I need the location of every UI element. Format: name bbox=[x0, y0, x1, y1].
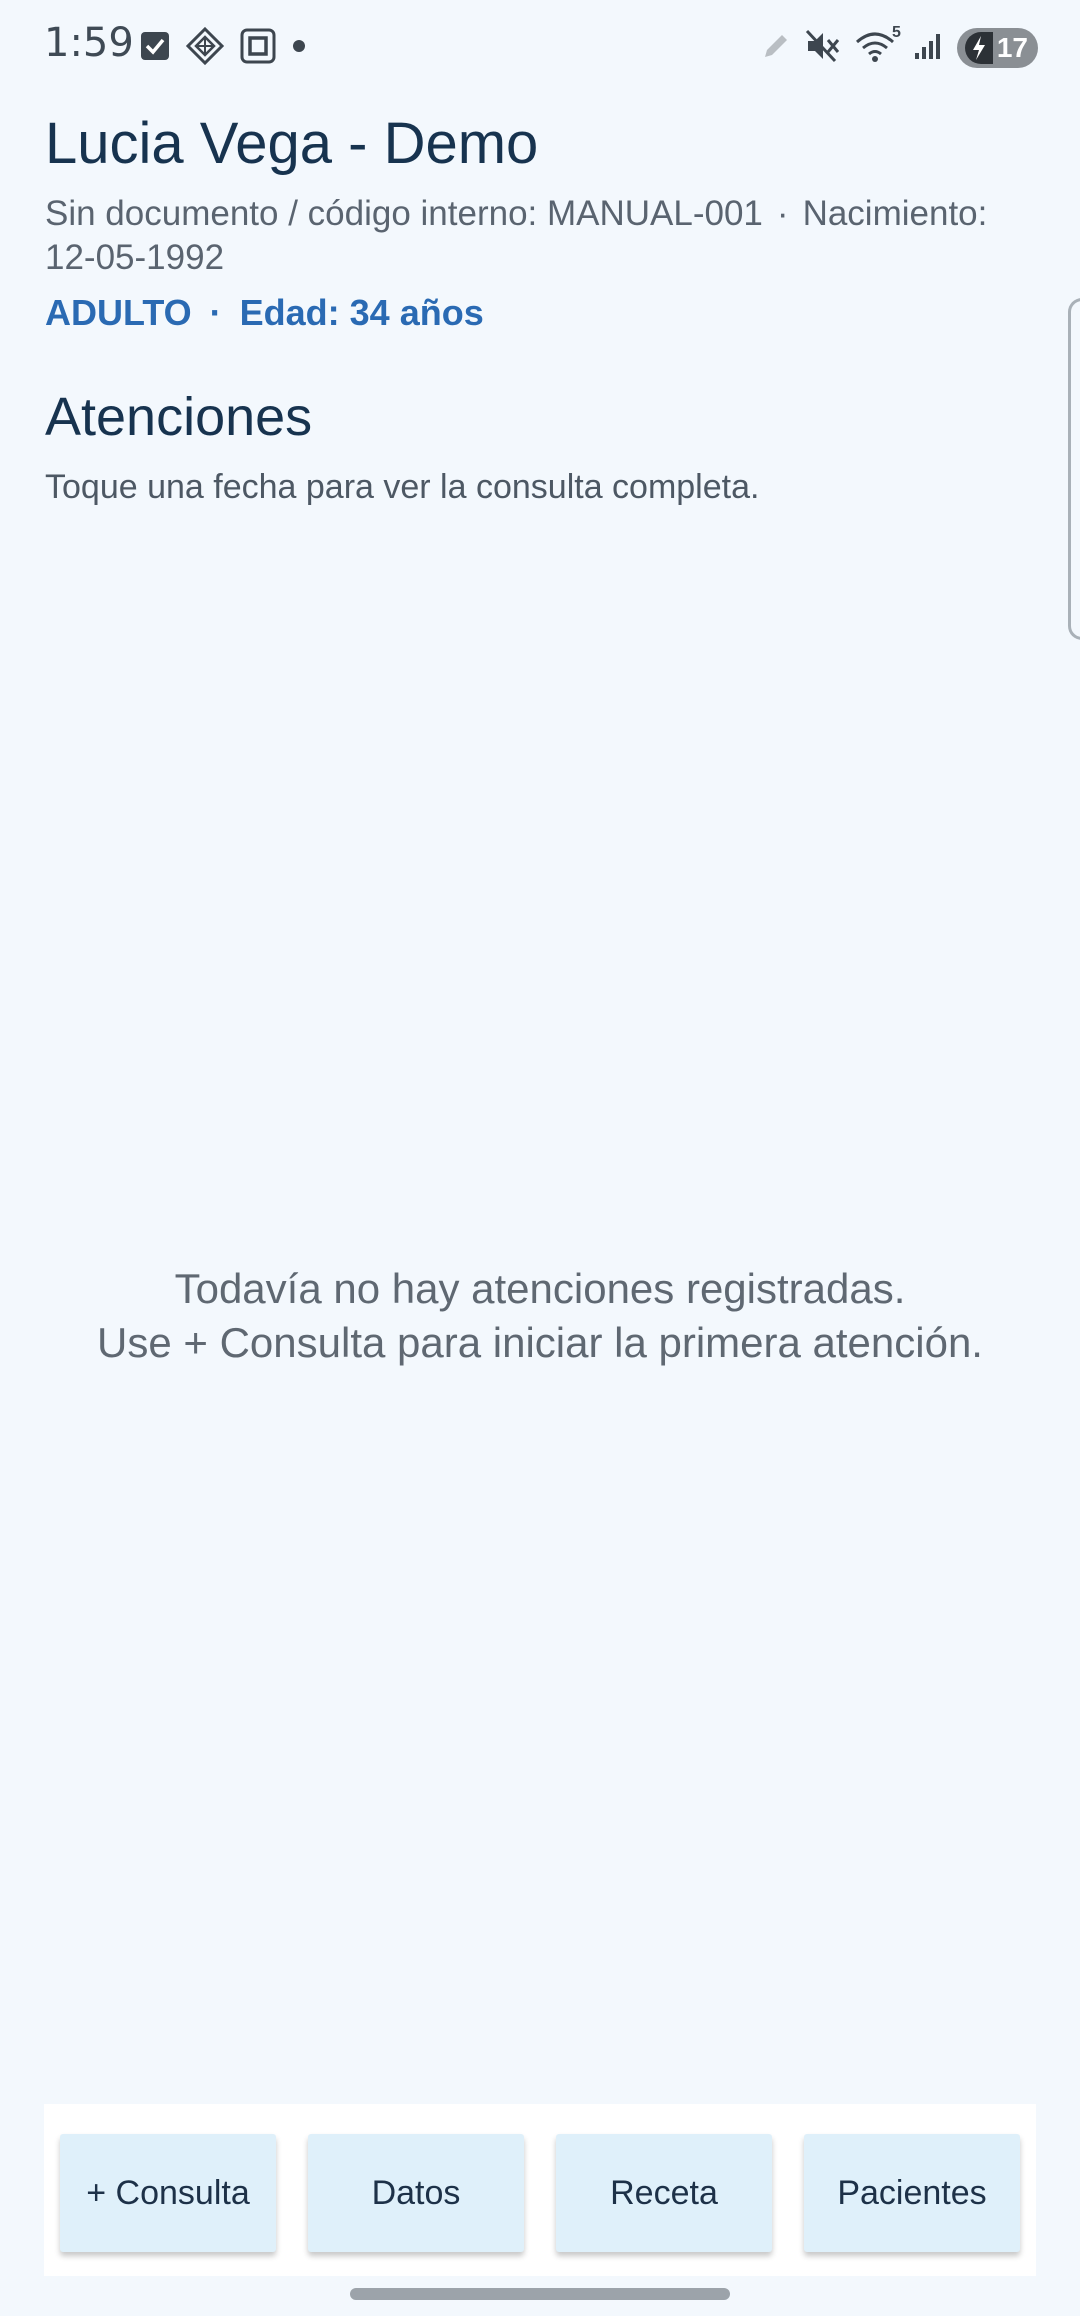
battery-indicator: 17 bbox=[956, 28, 1038, 68]
patient-age: Edad: 34 años bbox=[239, 292, 484, 333]
cellular-signal-icon bbox=[913, 31, 943, 66]
empty-state-message: Todavía no hay atenciones registradas. U… bbox=[0, 1262, 1080, 1370]
patient-name: Lucia Vega - Demo bbox=[45, 111, 539, 176]
patient-category: ADULTO bbox=[45, 292, 192, 333]
diamond-grid-notification-icon bbox=[185, 26, 225, 70]
empty-state-line-2: Use + Consulta para iniciar la primera a… bbox=[97, 1319, 983, 1366]
charging-bolt-icon bbox=[964, 32, 993, 64]
square-notification-icon bbox=[240, 28, 276, 69]
pencil-icon bbox=[761, 31, 791, 66]
status-bar: 1:59 5 17 bbox=[0, 0, 1080, 96]
wifi-icon: 5 bbox=[855, 24, 901, 66]
new-consultation-button[interactable]: + Consulta bbox=[60, 2134, 276, 2252]
tags-separator: · bbox=[209, 292, 222, 333]
patients-button[interactable]: Pacientes bbox=[804, 2134, 1020, 2252]
patient-meta: Sin documento / código interno: MANUAL-0… bbox=[45, 192, 1035, 280]
gesture-navigation-bar[interactable] bbox=[350, 2288, 730, 2300]
wifi-badge: 5 bbox=[891, 24, 901, 41]
patient-data-button[interactable]: Datos bbox=[308, 2134, 524, 2252]
checkbox-notification-icon bbox=[140, 31, 170, 66]
edge-panel-handle[interactable] bbox=[1068, 298, 1080, 640]
patient-tags: ADULTO · Edad: 34 años bbox=[45, 292, 484, 334]
patient-document: Sin documento / código interno: MANUAL-0… bbox=[45, 194, 763, 233]
bottom-action-bar: + Consulta Datos Receta Pacientes bbox=[44, 2104, 1036, 2276]
empty-state-line-1: Todavía no hay atenciones registradas. bbox=[174, 1265, 906, 1312]
prescription-button[interactable]: Receta bbox=[556, 2134, 772, 2252]
notification-icons bbox=[140, 26, 306, 70]
status-time: 1:59 bbox=[44, 20, 134, 66]
battery-level: 17 bbox=[996, 32, 1028, 63]
attentions-hint: Toque una fecha para ver la consulta com… bbox=[45, 468, 760, 506]
mute-icon bbox=[805, 29, 841, 68]
meta-separator: · bbox=[776, 194, 789, 233]
attentions-title: Atenciones bbox=[45, 387, 313, 447]
system-icons: 5 17 bbox=[761, 24, 1038, 70]
dot-notification-icon bbox=[292, 39, 306, 58]
